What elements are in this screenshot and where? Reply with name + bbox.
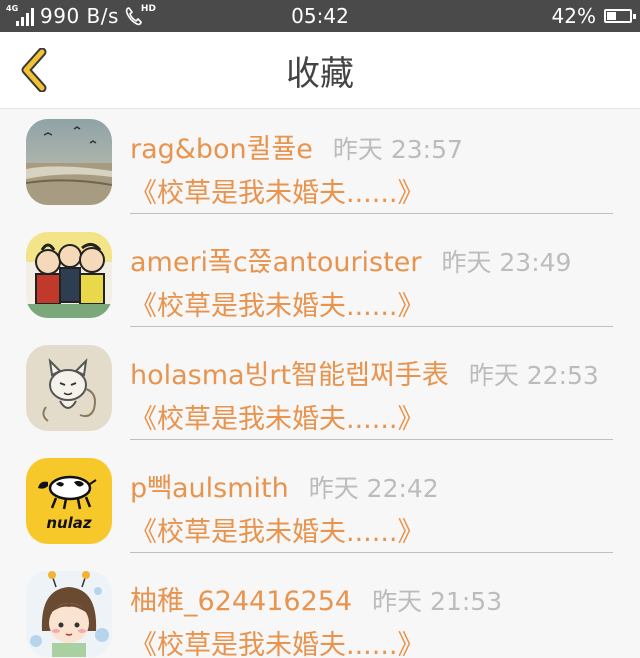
title-bar: 收藏: [0, 32, 640, 109]
page-title: 收藏: [286, 54, 354, 94]
network-speed: 990 B/s: [40, 4, 119, 28]
signal-icon: 4G: [6, 4, 36, 28]
status-left: 4G 990 B/s HD: [6, 0, 156, 32]
timestamp: 昨天 22:53: [468, 361, 599, 390]
author-name[interactable]: ameri퐄c쯙antourister: [130, 240, 421, 279]
cat-doodle-avatar[interactable]: [26, 345, 112, 431]
divider: [130, 552, 613, 553]
author-name[interactable]: rag&bon퀼퓰e: [130, 127, 313, 166]
status-right: 42%: [551, 0, 636, 32]
timestamp: 昨天 21:53: [372, 587, 503, 616]
battery-percent: 42%: [551, 4, 596, 28]
book-title[interactable]: 《校草是我未婚夫......》: [130, 284, 425, 323]
battery-icon: [604, 9, 636, 23]
favorites-list: rag&bon퀼퓰e 昨天 23:57 《校草是我未婚夫......》 amer…: [0, 109, 640, 658]
author-name[interactable]: p빽aulsmith: [130, 466, 289, 505]
favorite-header: rag&bon퀼퓰e 昨天 23:57: [130, 127, 463, 167]
divider: [130, 326, 613, 327]
favorite-item[interactable]: rag&bon퀼퓰e 昨天 23:57 《校草是我未婚夫......》: [0, 109, 640, 222]
favorite-item[interactable]: 柚稚_624416254 昨天 21:53 《校草是我未婚夫......》: [0, 561, 640, 658]
book-title[interactable]: 《校草是我未婚夫......》: [130, 623, 425, 658]
timestamp: 昨天 22:42: [308, 474, 439, 503]
divider: [130, 439, 613, 440]
book-title[interactable]: 《校草是我未婚夫......》: [130, 510, 425, 549]
book-title[interactable]: 《校草是我未婚夫......》: [130, 171, 425, 210]
hd-label: HD: [140, 4, 156, 14]
book-title[interactable]: 《校草是我未婚夫......》: [130, 397, 425, 436]
cartoon-girl-avatar[interactable]: [26, 571, 112, 657]
hd-call-icon: HD: [125, 4, 156, 28]
divider: [130, 213, 613, 214]
favorite-item[interactable]: holasma빙rt智能렙쩌手表 昨天 22:53 《校草是我未婚夫......…: [0, 335, 640, 448]
nulaz-cow-avatar[interactable]: nulaz: [26, 458, 112, 544]
cartoon-group-avatar[interactable]: [26, 232, 112, 318]
favorite-header: p빽aulsmith 昨天 22:42: [130, 466, 439, 506]
author-name[interactable]: holasma빙rt智能렙쩌手表: [130, 353, 449, 392]
status-bar: 4G 990 B/s HD 05:42 42%: [0, 0, 640, 32]
favorite-header: ameri퐄c쯙antourister 昨天 23:49: [130, 240, 571, 280]
favorite-header: holasma빙rt智能렙쩌手表 昨天 22:53: [130, 353, 599, 393]
timestamp: 昨天 23:49: [441, 248, 572, 277]
timestamp: 昨天 23:57: [332, 135, 463, 164]
chevron-left-icon: [21, 48, 47, 92]
seaside-avatar[interactable]: [26, 119, 112, 205]
back-button[interactable]: [10, 46, 58, 94]
favorite-header: 柚稚_624416254 昨天 21:53: [130, 579, 502, 619]
avatar-text: nulaz: [46, 514, 92, 532]
author-name[interactable]: 柚稚_624416254: [130, 579, 352, 618]
favorite-item[interactable]: nulaz p빽aulsmith 昨天 22:42 《校草是我未婚夫......…: [0, 448, 640, 561]
favorite-item[interactable]: ameri퐄c쯙antourister 昨天 23:49 《校草是我未婚夫...…: [0, 222, 640, 335]
